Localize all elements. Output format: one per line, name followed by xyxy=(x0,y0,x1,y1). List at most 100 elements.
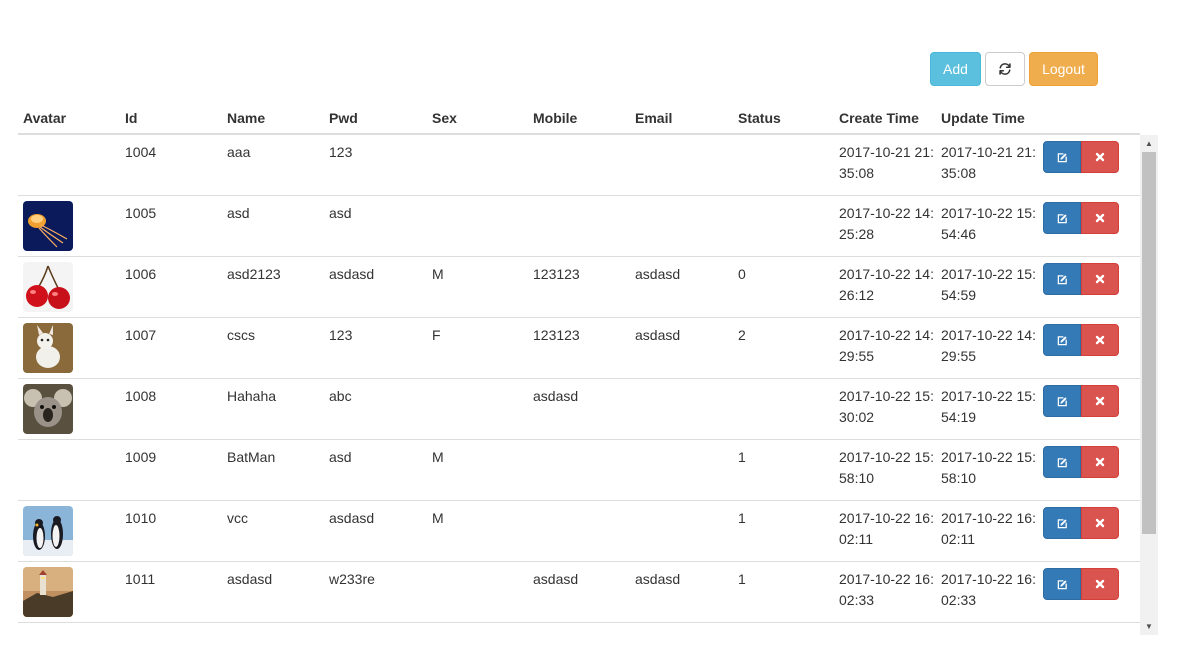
cell-id: 1007 xyxy=(125,327,157,343)
cell-update-time: 2017-10-22 16:02:11 xyxy=(941,510,1036,547)
cell-update-time: 2017-10-22 14:29:55 xyxy=(941,327,1036,364)
column-header-name[interactable]: Name xyxy=(222,102,324,133)
cell-email: asdasd xyxy=(635,327,681,343)
scroll-down-arrow-icon[interactable]: ▼ xyxy=(1140,618,1158,635)
delete-button[interactable] xyxy=(1081,507,1119,539)
scroll-up-arrow-icon[interactable]: ▲ xyxy=(1140,135,1158,152)
column-header-avatar[interactable]: Avatar xyxy=(18,102,120,133)
cell-update-time: 2017-10-22 15:54:59 xyxy=(941,266,1036,303)
delete-button[interactable] xyxy=(1081,263,1119,295)
avatar-cell xyxy=(18,257,120,317)
edit-icon xyxy=(1057,396,1067,406)
cell-sex xyxy=(427,196,528,256)
cell-create-time: 2017-10-22 15:30:02 xyxy=(839,388,934,425)
delete-icon xyxy=(1095,396,1105,406)
cell-email xyxy=(630,379,733,439)
delete-button[interactable] xyxy=(1081,324,1119,356)
edit-button[interactable] xyxy=(1043,446,1081,478)
cell-email: asdasd xyxy=(635,571,681,587)
edit-button[interactable] xyxy=(1043,324,1081,356)
edit-button[interactable] xyxy=(1043,507,1081,539)
cell-create-time: 2017-10-22 16:02:11 xyxy=(839,510,934,547)
edit-icon xyxy=(1057,274,1067,284)
edit-button[interactable] xyxy=(1043,568,1081,600)
cell-pwd: asd xyxy=(329,205,352,221)
column-header-sex[interactable]: Sex xyxy=(427,102,528,133)
avatar-cell xyxy=(18,440,120,500)
cell-name: asd2123 xyxy=(227,266,281,282)
table-row: 1005 asd asd 2017-10-22 14:25:28 2017-10-22 … xyxy=(18,196,1140,257)
delete-button[interactable] xyxy=(1081,385,1119,417)
column-header-pwd[interactable]: Pwd xyxy=(324,102,427,133)
edit-button[interactable] xyxy=(1043,385,1081,417)
cell-pwd: asd xyxy=(329,449,352,465)
row-actions xyxy=(1038,501,1140,561)
avatar xyxy=(23,262,73,312)
cell-id: 1004 xyxy=(125,144,157,160)
table-row: 1006 asd2123 asdasd M 123123 asdasd 0 2017-10-2… xyxy=(18,257,1140,318)
column-header-create-time[interactable]: Create Time xyxy=(834,102,936,133)
column-header-update-time[interactable]: Update Time xyxy=(936,102,1038,133)
delete-icon xyxy=(1095,579,1105,589)
edit-icon xyxy=(1057,335,1067,345)
refresh-button[interactable] xyxy=(985,52,1025,86)
cell-sex: M xyxy=(432,266,444,282)
table-row: 1004 aaa 123 2017-10-21 21:35:08 2017-10-21 … xyxy=(18,135,1140,196)
delete-button[interactable] xyxy=(1081,141,1119,173)
add-button[interactable]: Add xyxy=(930,52,981,86)
cell-sex xyxy=(427,562,528,622)
delete-button[interactable] xyxy=(1081,202,1119,234)
avatar-cell xyxy=(18,379,120,439)
cell-name: asdasd xyxy=(227,571,273,587)
toolbar: Add Logout xyxy=(930,52,1098,86)
table-row: 1011 asdasd w233re asdasd asdasd 1 2017-10-22 … xyxy=(18,562,1140,623)
cell-email xyxy=(630,196,733,256)
cell-mobile xyxy=(528,135,630,195)
column-header-actions xyxy=(1038,102,1140,133)
row-actions xyxy=(1038,562,1140,622)
avatar xyxy=(23,201,73,251)
cell-status: 0 xyxy=(738,266,746,282)
cell-status: 1 xyxy=(738,449,746,465)
cell-status xyxy=(733,196,834,256)
cell-mobile: asdasd xyxy=(533,571,579,587)
cell-update-time: 2017-10-22 15:54:19 xyxy=(941,388,1036,425)
avatar xyxy=(23,323,73,373)
avatar xyxy=(23,567,73,617)
delete-icon xyxy=(1095,457,1105,467)
column-header-status[interactable]: Status xyxy=(733,102,834,133)
cell-create-time: 2017-10-22 15:58:10 xyxy=(839,449,934,486)
logout-button[interactable]: Logout xyxy=(1029,52,1098,86)
row-actions xyxy=(1038,318,1140,378)
column-header-id[interactable]: Id xyxy=(120,102,222,133)
edit-button[interactable] xyxy=(1043,141,1081,173)
cell-update-time: 2017-10-21 21:35:08 xyxy=(941,144,1036,181)
column-header-mobile[interactable]: Mobile xyxy=(528,102,630,133)
cell-name: asd xyxy=(227,205,250,221)
row-actions xyxy=(1038,257,1140,317)
cell-sex: F xyxy=(432,327,441,343)
column-header-email[interactable]: Email xyxy=(630,102,733,133)
cell-status xyxy=(733,135,834,195)
cell-status: 1 xyxy=(738,571,746,587)
row-actions xyxy=(1038,135,1140,195)
vertical-scrollbar[interactable]: ▲ ▼ xyxy=(1140,135,1158,635)
avatar-cell xyxy=(18,562,120,622)
cell-mobile xyxy=(528,196,630,256)
delete-icon xyxy=(1095,274,1105,284)
avatar-cell xyxy=(18,196,120,256)
cell-name: Hahaha xyxy=(227,388,277,404)
edit-button[interactable] xyxy=(1043,202,1081,234)
cell-name: BatMan xyxy=(227,449,276,465)
edit-button[interactable] xyxy=(1043,263,1081,295)
cell-sex xyxy=(427,379,528,439)
table-body[interactable]: 1004 aaa 123 2017-10-21 21:35:08 2017-10-21 … xyxy=(18,135,1158,635)
cell-create-time: 2017-10-22 14:29:55 xyxy=(839,327,934,364)
delete-button[interactable] xyxy=(1081,568,1119,600)
delete-icon xyxy=(1095,518,1105,528)
delete-button[interactable] xyxy=(1081,446,1119,478)
cell-create-time: 2017-10-21 21:35:08 xyxy=(839,144,934,181)
scrollbar-thumb[interactable] xyxy=(1142,152,1156,534)
delete-icon xyxy=(1095,335,1105,345)
edit-icon xyxy=(1057,213,1067,223)
